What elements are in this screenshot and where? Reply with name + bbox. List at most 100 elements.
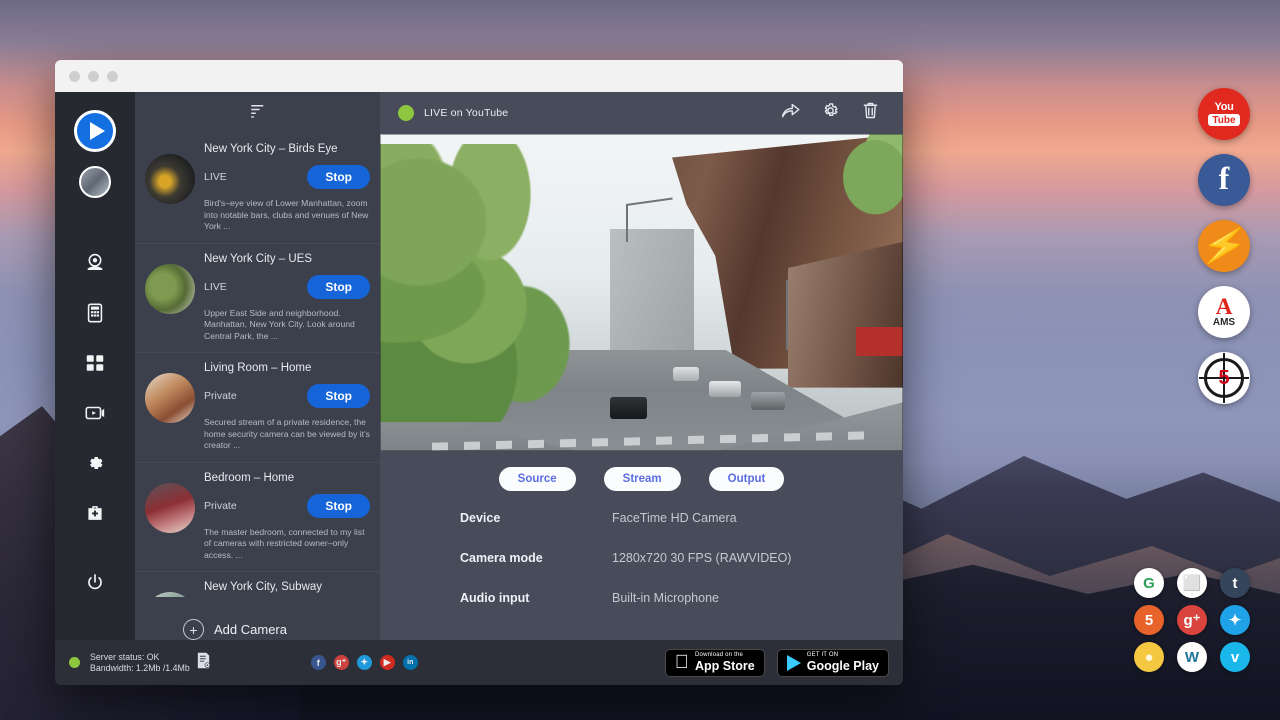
- rail-item-settings[interactable]: [72, 440, 118, 490]
- app-logo[interactable]: [74, 110, 116, 152]
- app-sidebar: [55, 92, 135, 640]
- twitter-icon-glyph: ✦: [1229, 611, 1242, 629]
- tumblr-icon-glyph: t: [1233, 575, 1238, 592]
- camera-card[interactable]: New York City – Birds Eye LIVE Stop Bird…: [135, 134, 380, 244]
- user-avatar[interactable]: [79, 166, 111, 198]
- camera-card[interactable]: New York City, Subway Offline Start New …: [135, 572, 380, 597]
- camera-cards: New York City – Birds Eye LIVE Stop Bird…: [135, 134, 380, 597]
- close-button[interactable]: [69, 71, 80, 82]
- camera-action-button[interactable]: Stop: [307, 494, 370, 518]
- app-window: New York City – Birds Eye LIVE Stop Bird…: [55, 60, 903, 685]
- camera-thumbnail: [145, 264, 195, 314]
- camera-card[interactable]: Bedroom – Home Private Stop The master b…: [135, 463, 380, 573]
- tumblr-icon[interactable]: t: [1220, 568, 1250, 598]
- rail-item-cameras[interactable]: [72, 240, 118, 290]
- camera-thumbnail: [145, 154, 195, 204]
- camera-state: LIVE: [204, 281, 227, 293]
- five-target-icon[interactable]: 5: [1198, 352, 1250, 404]
- add-camera-button[interactable]: + Add Camera: [135, 597, 380, 640]
- vimeo-icon-glyph: v: [1231, 649, 1239, 666]
- zoom-button[interactable]: [107, 71, 118, 82]
- sort-filter-icon[interactable]: [249, 102, 267, 125]
- tab-output[interactable]: Output: [709, 467, 785, 491]
- google-plus-icon[interactable]: g⁺: [1177, 605, 1207, 635]
- stage-toolbar: LIVE on YouTube: [380, 92, 903, 134]
- camera-list-toolbar: [135, 92, 380, 134]
- adobe-ams-icon[interactable]: A AMS: [1198, 286, 1250, 338]
- twitter-icon[interactable]: ✦: [357, 655, 372, 670]
- camera-status-row: Private Stop: [204, 494, 370, 518]
- youtube-icon[interactable]: ▶: [380, 655, 395, 670]
- plus-circle-icon: +: [183, 619, 204, 640]
- tab-source[interactable]: Source: [499, 467, 576, 491]
- google-play-badge-large: Google Play: [807, 659, 879, 673]
- camera-description: Bird's–eye view of Lower Manhattan, zoom…: [204, 198, 370, 233]
- settings-button[interactable]: [815, 98, 845, 128]
- window-titlebar[interactable]: [55, 60, 903, 92]
- device-icon: [84, 302, 106, 329]
- share-button[interactable]: [775, 98, 805, 128]
- rail-item-power[interactable]: [72, 560, 118, 610]
- facebook-icon[interactable]: f: [311, 655, 326, 670]
- adobe-ams-icon-label: AMS: [1213, 317, 1235, 328]
- vimeo-icon[interactable]: v: [1220, 642, 1250, 672]
- share-arrow-icon: [780, 100, 801, 126]
- twitter-icon[interactable]: ✦: [1220, 605, 1250, 635]
- desktop-dock-right: You Tube f ⚡ A AMS 5: [1198, 88, 1250, 404]
- stage-segments: Source Stream Output: [380, 451, 903, 511]
- five-icon[interactable]: 5: [1134, 605, 1164, 635]
- camera-card-body: Bedroom – Home Private Stop The master b…: [204, 471, 370, 562]
- five-icon-glyph: 5: [1145, 612, 1153, 629]
- g-icon[interactable]: G: [1134, 568, 1164, 598]
- camera-thumbnail: [145, 373, 195, 423]
- traffic-lights: [69, 71, 118, 82]
- live-video-preview[interactable]: [380, 134, 903, 451]
- google-plus-icon[interactable]: g⁺: [334, 655, 349, 670]
- twitch-icon[interactable]: ⬜: [1177, 568, 1207, 598]
- camera-action-button[interactable]: Stop: [307, 275, 370, 299]
- google-play-badge[interactable]: GET IT ON Google Play: [777, 649, 889, 677]
- google-plus-icon-glyph: g⁺: [1183, 611, 1200, 629]
- info-value: Built-in Microphone: [612, 591, 719, 605]
- camera-card[interactable]: New York City – UES LIVE Stop Upper East…: [135, 244, 380, 354]
- gear-icon: [84, 452, 106, 479]
- delete-button[interactable]: [855, 98, 885, 128]
- youtube-icon[interactable]: You Tube: [1198, 88, 1250, 140]
- add-camera-label: Add Camera: [214, 622, 287, 637]
- rail-item-recordings[interactable]: [72, 390, 118, 440]
- rail-item-devices[interactable]: [72, 290, 118, 340]
- camera-title: Bedroom – Home: [204, 471, 370, 485]
- google-play-logo-icon: [787, 655, 801, 671]
- camera-state: Private: [204, 390, 237, 402]
- info-value: FaceTime HD Camera: [612, 511, 737, 525]
- log-document-icon[interactable]: [196, 652, 211, 674]
- camera-list-panel: New York City – Birds Eye LIVE Stop Bird…: [135, 92, 380, 640]
- facebook-icon[interactable]: f: [1198, 154, 1250, 206]
- camera-title: New York City, Subway: [204, 580, 370, 594]
- app-store-badge[interactable]:  Download on the App Store: [665, 649, 765, 677]
- window-body: New York City – Birds Eye LIVE Stop Bird…: [55, 92, 903, 640]
- wordpress-icon-glyph: W: [1185, 649, 1199, 666]
- video-icon: [84, 402, 106, 429]
- minimize-button[interactable]: [88, 71, 99, 82]
- camera-status-row: Private Stop: [204, 384, 370, 408]
- g-icon-glyph: G: [1143, 575, 1155, 592]
- camera-status-row: LIVE Stop: [204, 275, 370, 299]
- live-status-indicator: [398, 105, 414, 121]
- camera-card[interactable]: Living Room – Home Private Stop Secured …: [135, 353, 380, 463]
- rail-item-grid[interactable]: [72, 340, 118, 390]
- wowza-icon[interactable]: ⚡: [1198, 220, 1250, 272]
- linkedin-icon[interactable]: in: [403, 655, 418, 670]
- google-play-badge-small: GET IT ON: [807, 652, 879, 659]
- rail-item-support[interactable]: [72, 490, 118, 540]
- camera-card-body: New York City – UES LIVE Stop Upper East…: [204, 252, 370, 343]
- camera-card-body: New York City – Birds Eye LIVE Stop Bird…: [204, 142, 370, 233]
- camera-action-button[interactable]: Stop: [307, 165, 370, 189]
- info-key: Device: [460, 511, 612, 525]
- wordpress-icon[interactable]: W: [1177, 642, 1207, 672]
- wowza-icon-bolt: ⚡: [1198, 225, 1250, 267]
- flare-icon[interactable]: ●: [1134, 642, 1164, 672]
- camera-action-button[interactable]: Stop: [307, 384, 370, 408]
- social-links: f g⁺ ✦ ▶ in: [311, 655, 418, 670]
- tab-stream[interactable]: Stream: [604, 467, 681, 491]
